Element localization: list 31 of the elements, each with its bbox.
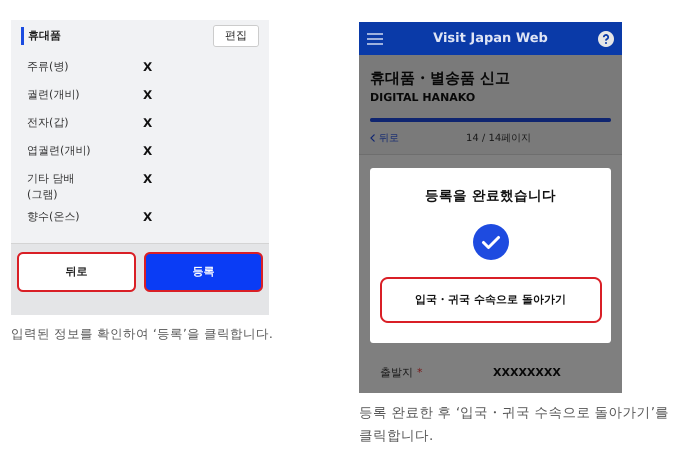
required-mark: *	[417, 364, 422, 381]
item-label: 주류(병)	[27, 59, 70, 75]
item-label: 엽궐련(개비)	[27, 143, 92, 159]
field-value: XXXXXXXX	[493, 364, 561, 381]
item-label: 기타 담배 (그램)	[27, 171, 76, 203]
item-value: X	[143, 171, 152, 187]
dialog-title: 등록을 완료했습니다	[425, 187, 556, 206]
menu-icon[interactable]	[367, 32, 383, 44]
item-value: X	[143, 209, 152, 225]
caption: 등록 완료한 후 ‘입국・귀국 수속으로 돌아가기’를 클릭합니다.	[359, 404, 670, 446]
item-label: 향수(온스)	[27, 209, 81, 225]
item-label: 전자(갑)	[27, 115, 70, 131]
back-button[interactable]: 뒤로	[17, 252, 136, 292]
help-icon[interactable]	[598, 30, 614, 46]
item-value: X	[143, 87, 152, 103]
item-value: X	[143, 59, 152, 75]
page-title: 휴대품・별송품 신고	[370, 68, 512, 89]
chevron-left-icon[interactable]	[370, 134, 375, 142]
header-title: Visit Japan Web	[433, 30, 548, 48]
item-value: X	[143, 115, 152, 131]
return-button[interactable]: 입국・귀국 수속으로 돌아가기	[380, 277, 602, 324]
field-label: 출발지	[380, 364, 413, 381]
caption: 입력된 정보를 확인하여 ‘등록’을 클릭합니다.	[11, 325, 269, 343]
item-label: 궐련(개비)	[27, 87, 81, 103]
section-title: 휴대품	[21, 27, 61, 45]
checkmark-icon	[472, 224, 508, 260]
page-count: 14 / 14페이지	[466, 132, 532, 146]
register-button[interactable]: 등록	[144, 252, 263, 292]
item-value: X	[143, 143, 152, 159]
user-name: DIGITAL HANAKO	[370, 90, 476, 106]
edit-button[interactable]: 편집	[213, 25, 259, 47]
